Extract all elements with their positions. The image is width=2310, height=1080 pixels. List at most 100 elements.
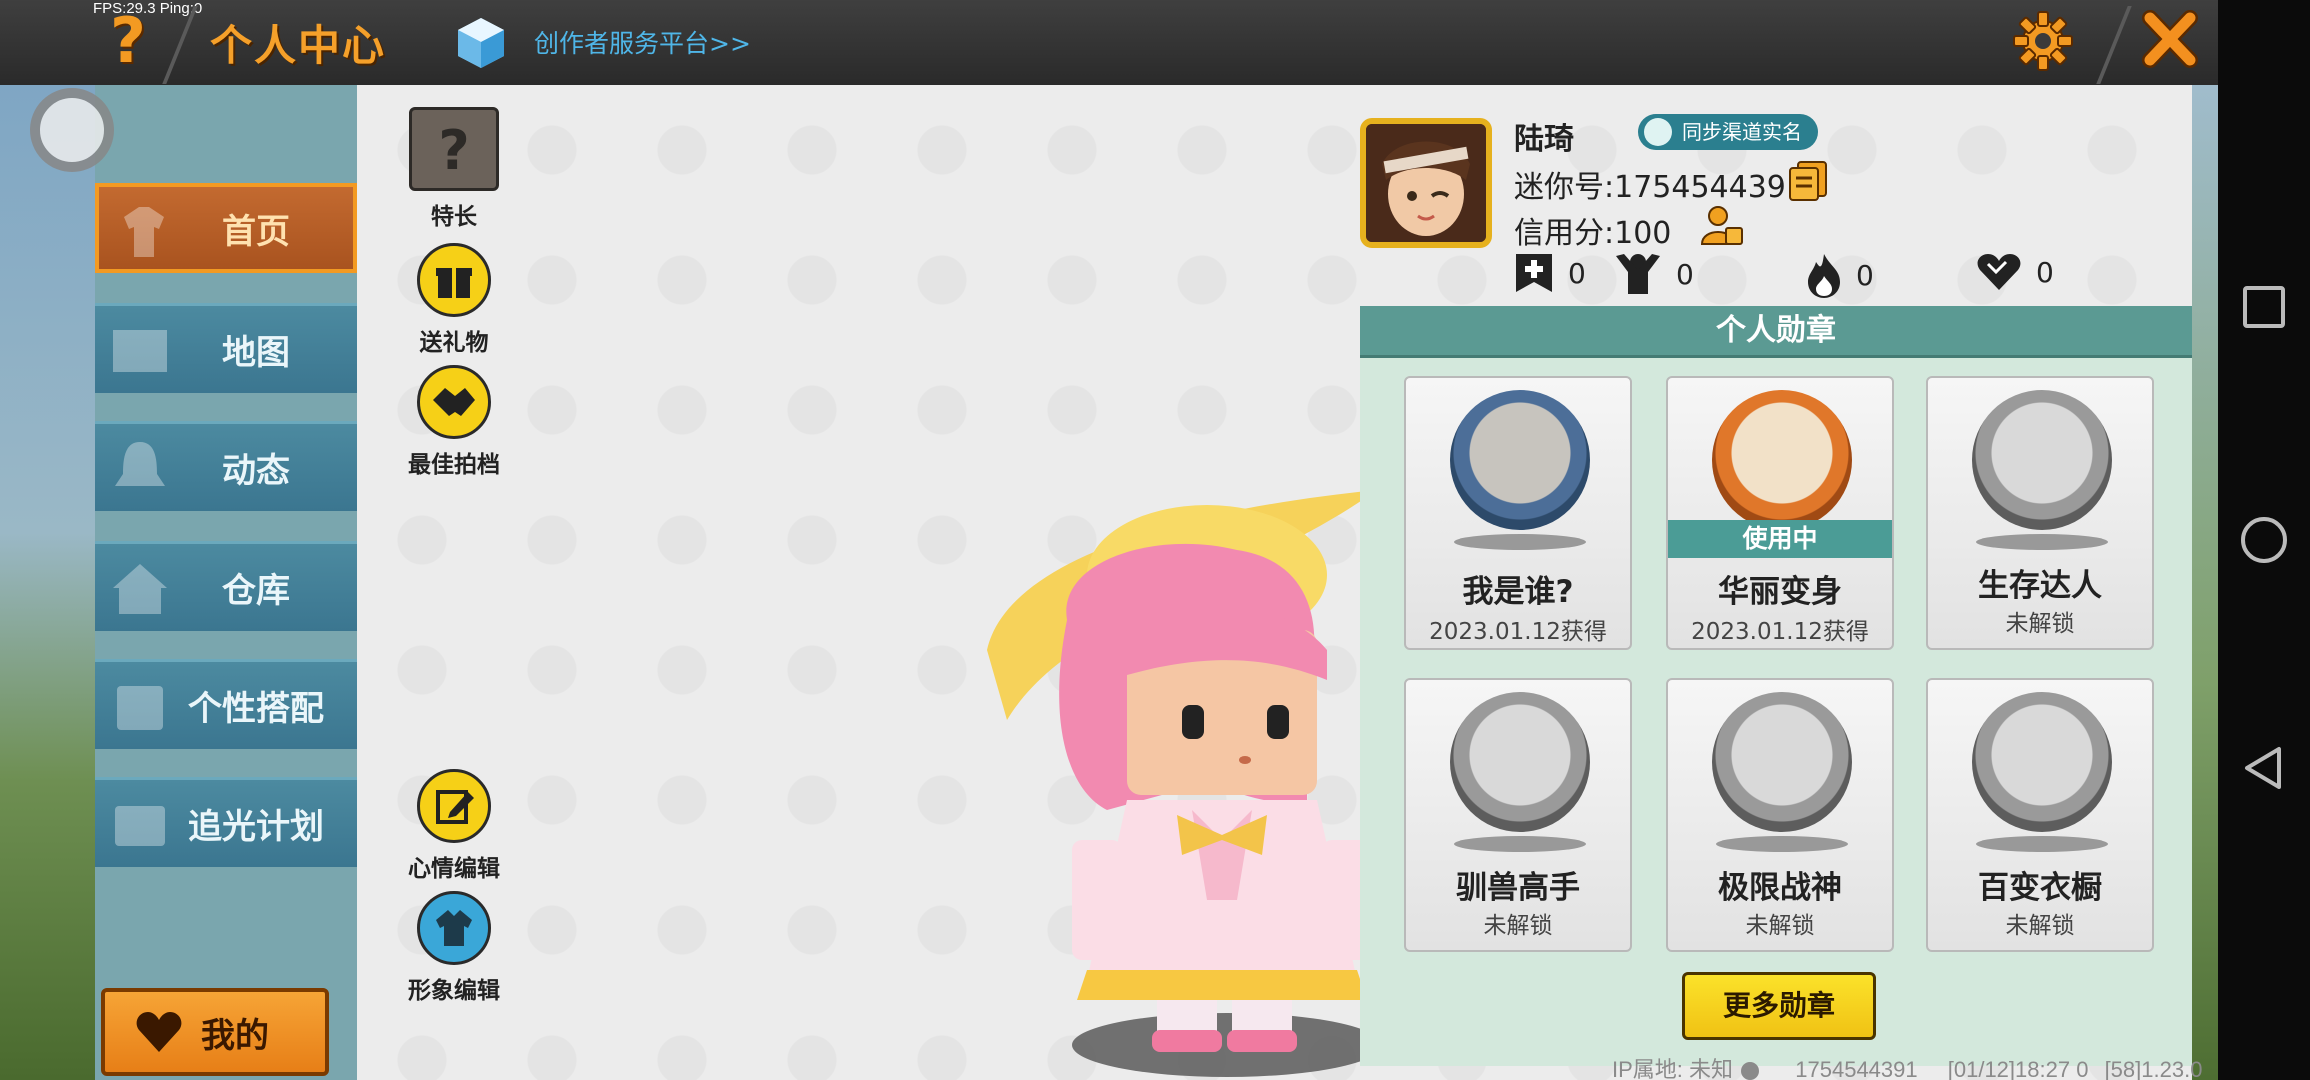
- wardrobe-medal-icon: [1972, 692, 2112, 832]
- medal-name: 百变衣橱: [1978, 870, 2102, 906]
- divider: [162, 6, 198, 84]
- question-box-icon: ?: [409, 107, 499, 191]
- medal-panel: 个人勋章 我是谁? 2023.01.12获得 使用中 华丽变身 2023.01.…: [1360, 306, 2192, 1066]
- medal-status: 2023.01.12获得: [1429, 619, 1607, 645]
- stat-fans[interactable]: 0: [1614, 252, 1694, 296]
- mini-id: 迷你号:1754544391: [1514, 170, 1805, 205]
- sidebar-item-label: 追光计划: [188, 807, 324, 847]
- svg-text:?: ?: [438, 119, 469, 179]
- divider: [2096, 6, 2132, 84]
- android-nav-bar: [2218, 0, 2310, 1080]
- sidebar-item-storage[interactable]: 仓库: [95, 541, 357, 631]
- medal-status: 未解锁: [1745, 913, 1815, 939]
- stat-value: 0: [1568, 256, 1586, 290]
- record-icon[interactable]: [30, 88, 114, 172]
- back-icon[interactable]: [2241, 745, 2287, 791]
- stat-friends[interactable]: 0: [1514, 252, 1586, 294]
- sidebar-item-plan[interactable]: 追光计划: [95, 777, 357, 867]
- ip-location: IP属地: 未知: [1612, 1057, 1734, 1080]
- footer-uid: 1754544391: [1795, 1057, 1918, 1080]
- sidebar-item-activity[interactable]: 动态: [95, 421, 357, 511]
- credit-icon[interactable]: [1700, 204, 1744, 248]
- sidebar-item-label: 地图: [222, 333, 290, 373]
- mine-button[interactable]: 我的: [101, 988, 329, 1076]
- tool-label: 特长: [431, 204, 477, 230]
- sidebar-item-map[interactable]: 地图: [95, 303, 357, 393]
- creator-platform-link[interactable]: 创作者服务平台>>: [534, 24, 751, 60]
- copy-icon[interactable]: [1788, 160, 1828, 202]
- sidebar-item-label: 首页: [222, 211, 290, 252]
- medal-header: 个人勋章: [1360, 306, 2192, 358]
- scenery-left: [0, 85, 95, 1080]
- info-icon[interactable]: [1741, 1062, 1760, 1080]
- sync-real-name-badge[interactable]: 同步渠道实名: [1638, 114, 1818, 150]
- fire-icon: [1808, 254, 1840, 298]
- medal-name: 华丽变身: [1718, 574, 1842, 610]
- mine-label: 我的: [201, 1015, 269, 1056]
- medal-status: 未解锁: [1483, 913, 1553, 939]
- medal-name: 生存达人: [1978, 568, 2102, 604]
- handshake-icon: [417, 365, 491, 439]
- scenery-right: [2192, 85, 2218, 1080]
- appearance-edit-button[interactable]: 形象编辑: [394, 891, 514, 1005]
- home-icon[interactable]: [2241, 517, 2287, 563]
- specialty-button[interactable]: ? 特长: [394, 107, 514, 231]
- medal-status: 未解锁: [2005, 611, 2075, 637]
- pass-icon: [115, 806, 165, 846]
- tool-label: 送礼物: [419, 330, 489, 356]
- sidebar-item-label: 个性搭配: [188, 689, 324, 729]
- medal-card[interactable]: 驯兽高手 未解锁: [1404, 678, 1632, 952]
- page-title: 个人中心: [210, 21, 387, 70]
- close-icon[interactable]: [2140, 6, 2200, 72]
- medal-card[interactable]: 使用中 华丽变身 2023.01.12获得: [1666, 376, 1894, 650]
- tool-label: 最佳拍档: [408, 452, 500, 478]
- medal-card[interactable]: 百变衣橱 未解锁: [1926, 678, 2154, 952]
- likes-icon: [1977, 254, 2021, 290]
- add-friend-icon: [1516, 254, 1552, 292]
- send-gift-button[interactable]: 送礼物: [394, 243, 514, 357]
- cube-icon[interactable]: [456, 16, 506, 70]
- medal-status: 未解锁: [2005, 913, 2075, 939]
- outfit-icon: [417, 891, 491, 965]
- more-medals-button[interactable]: 更多勋章: [1682, 972, 1876, 1040]
- medal-name: 极限战神: [1718, 870, 1842, 906]
- medal-shadow: [1976, 836, 2108, 852]
- recent-apps-icon[interactable]: [2243, 286, 2285, 328]
- medal-card[interactable]: 我是谁? 2023.01.12获得: [1404, 376, 1632, 650]
- gift-icon: [417, 243, 491, 317]
- footer-info: IP属地: 未知 1754544391 [01/12]18:27 0 [58]1…: [1612, 1052, 2202, 1080]
- medal-name: 我是谁?: [1462, 574, 1574, 610]
- envelope-medal-icon: [1450, 390, 1590, 530]
- best-partner-button[interactable]: 最佳拍档: [394, 365, 514, 479]
- footer-version: [58]1.23.0: [2104, 1057, 2203, 1080]
- nickname: 陆琦: [1514, 122, 1574, 157]
- gear-icon[interactable]: [2012, 10, 2074, 72]
- stat-likes[interactable]: 0: [1976, 252, 2054, 292]
- stat-value: 0: [1856, 258, 1874, 292]
- dinosaur-medal-icon: [1712, 390, 1852, 530]
- medal-card[interactable]: 极限战神 未解锁: [1666, 678, 1894, 952]
- campfire-medal-icon: [1972, 390, 2112, 530]
- footer-time: [01/12]18:27 0: [1947, 1057, 2089, 1080]
- user-icon: [1644, 118, 1672, 146]
- sidebar-item-home[interactable]: 首页: [95, 183, 357, 273]
- tool-label: 形象编辑: [408, 978, 500, 1004]
- medal-shadow: [1716, 836, 1848, 852]
- bell-icon: [115, 442, 165, 486]
- stat-value: 0: [2036, 255, 2054, 289]
- stat-popularity[interactable]: 0: [1806, 252, 1874, 298]
- stat-value: 0: [1676, 257, 1694, 291]
- in-use-badge: 使用中: [1668, 520, 1892, 558]
- credit-score: 信用分:100: [1514, 216, 1672, 251]
- medal-card[interactable]: 生存达人 未解锁: [1926, 376, 2154, 650]
- sidebar-item-label: 仓库: [222, 571, 290, 611]
- fans-icon: [1616, 254, 1660, 294]
- beast-medal-icon: [1450, 692, 1590, 832]
- heart-icon: [136, 1012, 182, 1052]
- mood-edit-button[interactable]: 心情编辑: [394, 769, 514, 883]
- medal-status: 2023.01.12获得: [1691, 619, 1869, 645]
- shirt-icon: [124, 207, 164, 257]
- help-icon[interactable]: ?: [110, 8, 160, 74]
- sidebar-item-style[interactable]: 个性搭配: [95, 659, 357, 749]
- avatar[interactable]: [1360, 118, 1492, 248]
